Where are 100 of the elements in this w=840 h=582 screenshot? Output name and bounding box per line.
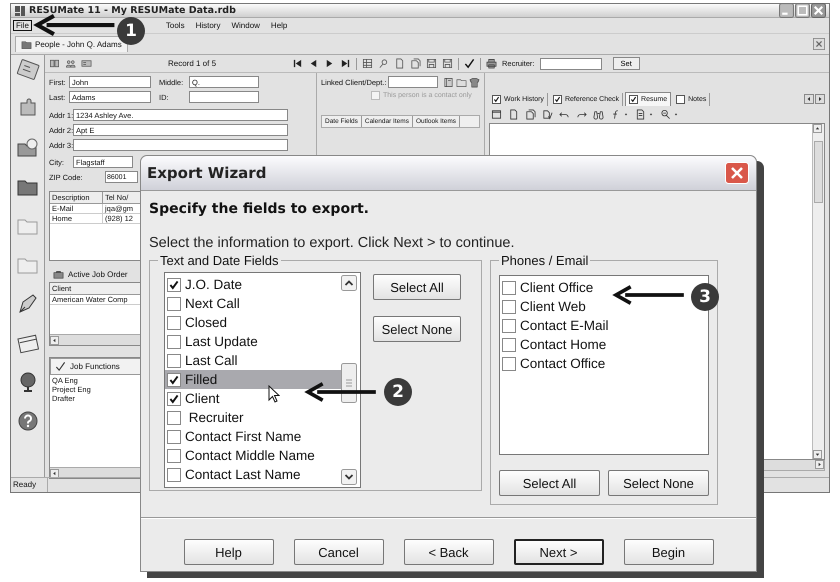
search-icon[interactable] xyxy=(378,58,389,69)
pages-icon[interactable] xyxy=(410,58,421,69)
dialog-button[interactable]: Help xyxy=(184,539,274,565)
close-icon[interactable] xyxy=(811,3,826,18)
first-record-icon[interactable] xyxy=(292,58,303,69)
scroll-down-icon[interactable] xyxy=(341,469,357,485)
menu-item[interactable]: File xyxy=(13,20,32,31)
address-book-icon[interactable] xyxy=(443,76,454,88)
list-item[interactable]: Contact E-Mail xyxy=(500,316,612,335)
people-icon[interactable] xyxy=(65,58,76,69)
check-icon[interactable] xyxy=(464,58,475,69)
checkbox[interactable] xyxy=(167,448,181,462)
checkbox[interactable] xyxy=(167,278,181,292)
checkbox[interactable] xyxy=(167,296,181,310)
list-item[interactable]: Next Call xyxy=(165,294,341,313)
checkbox[interactable] xyxy=(167,468,181,482)
maximize-icon[interactable] xyxy=(795,3,810,18)
checkbox[interactable] xyxy=(502,318,516,332)
paste-icon[interactable] xyxy=(525,109,536,120)
input-field[interactable] xyxy=(388,76,438,88)
card-icon[interactable] xyxy=(81,58,92,69)
checkbox[interactable] xyxy=(167,392,181,406)
checkbox[interactable] xyxy=(167,316,181,330)
list-item[interactable]: Contact Office xyxy=(500,354,608,373)
grid-icon[interactable] xyxy=(362,58,373,69)
list-item[interactable]: Last Update xyxy=(165,332,341,351)
scroll-down-icon[interactable] xyxy=(813,450,822,459)
checkbox[interactable] xyxy=(167,430,181,444)
menu-item[interactable]: Window xyxy=(229,20,262,31)
list-item[interactable]: Closed xyxy=(165,313,341,332)
folder-icon[interactable] xyxy=(456,76,467,88)
select-all-button[interactable]: Select All xyxy=(373,274,461,300)
document-tab[interactable]: People - John Q. Adams xyxy=(15,36,128,52)
checkbox[interactable] xyxy=(502,356,516,370)
help-icon[interactable] xyxy=(16,409,40,433)
select-none-button[interactable]: Select None xyxy=(608,470,709,496)
checkbox[interactable] xyxy=(502,280,516,294)
scroll-thumb[interactable] xyxy=(341,363,357,403)
spellcheck-icon[interactable] xyxy=(542,109,553,120)
binoculars-icon[interactable] xyxy=(593,109,604,120)
book-icon[interactable] xyxy=(49,58,60,69)
menu-item[interactable]: Help xyxy=(268,20,290,31)
list-item[interactable]: Recruiter xyxy=(165,408,341,427)
select-all-button[interactable]: Select All xyxy=(499,470,600,496)
zoom-icon[interactable] xyxy=(660,109,671,120)
scroll-left-icon[interactable] xyxy=(804,94,814,104)
list-item[interactable]: J.O. Date xyxy=(165,275,341,294)
checkbox[interactable] xyxy=(676,94,686,104)
frame-icon[interactable] xyxy=(491,109,502,120)
checkbox[interactable] xyxy=(552,94,562,104)
dialog-button[interactable]: Next > xyxy=(514,539,604,565)
checkbox[interactable] xyxy=(167,354,181,368)
recruiter-field[interactable] xyxy=(540,58,602,70)
list-item[interactable]: Contact Last Name xyxy=(165,465,341,484)
list-item[interactable]: Last Call xyxy=(165,351,341,370)
list-item[interactable]: Contact Middle Name xyxy=(165,446,341,465)
checkbox[interactable] xyxy=(502,338,516,352)
dialog-button[interactable]: < Back xyxy=(404,539,494,565)
next-record-icon[interactable] xyxy=(324,58,335,69)
vertical-scrollbar[interactable] xyxy=(341,273,360,487)
document-icon[interactable] xyxy=(635,109,646,120)
vertical-scrollbar[interactable] xyxy=(812,124,824,459)
scroll-up-icon[interactable] xyxy=(341,275,357,291)
save-icon[interactable] xyxy=(426,58,437,69)
printer-icon[interactable] xyxy=(486,58,497,69)
input-field[interactable] xyxy=(189,91,259,103)
dialog-button[interactable]: Cancel xyxy=(294,539,384,565)
list-item[interactable]: Client Office xyxy=(500,278,596,297)
close-icon[interactable] xyxy=(813,38,825,50)
checkbox[interactable] xyxy=(629,95,638,104)
page-icon[interactable] xyxy=(508,109,519,120)
dialog-button[interactable]: Begin xyxy=(624,539,714,565)
page-icon[interactable] xyxy=(394,58,405,69)
checkbox[interactable] xyxy=(167,334,181,348)
scroll-thumb[interactable] xyxy=(814,141,823,203)
horizontal-scrollbar[interactable] xyxy=(50,334,143,345)
scroll-up-icon[interactable] xyxy=(813,124,822,133)
last-record-icon[interactable] xyxy=(340,58,351,69)
save-all-icon[interactable] xyxy=(442,58,453,69)
minimize-icon[interactable] xyxy=(779,3,794,18)
shirt-icon[interactable] xyxy=(469,76,480,88)
menu-item[interactable]: Tools xyxy=(164,20,187,31)
menu-item[interactable]: History xyxy=(194,20,222,31)
scroll-left-icon[interactable] xyxy=(50,468,59,478)
item-label: Contact First Name xyxy=(185,429,302,444)
select-none-button[interactable]: Select None xyxy=(373,316,461,342)
list-item[interactable]: Contact Home xyxy=(500,335,610,354)
checkbox[interactable] xyxy=(492,94,501,104)
function-icon[interactable] xyxy=(610,109,621,120)
list-item[interactable]: Contact First Name xyxy=(165,427,341,446)
previous-record-icon[interactable] xyxy=(308,58,319,69)
list-item[interactable]: Client Web xyxy=(500,297,589,316)
checkbox[interactable] xyxy=(502,300,516,314)
scroll-right-icon[interactable] xyxy=(815,460,824,469)
checkbox[interactable] xyxy=(167,372,181,386)
scroll-right-icon[interactable] xyxy=(815,94,825,104)
scroll-left-icon[interactable] xyxy=(50,336,59,344)
input-field[interactable] xyxy=(73,139,288,151)
list-item[interactable]: Filled xyxy=(165,370,341,389)
checkbox[interactable] xyxy=(167,410,181,424)
